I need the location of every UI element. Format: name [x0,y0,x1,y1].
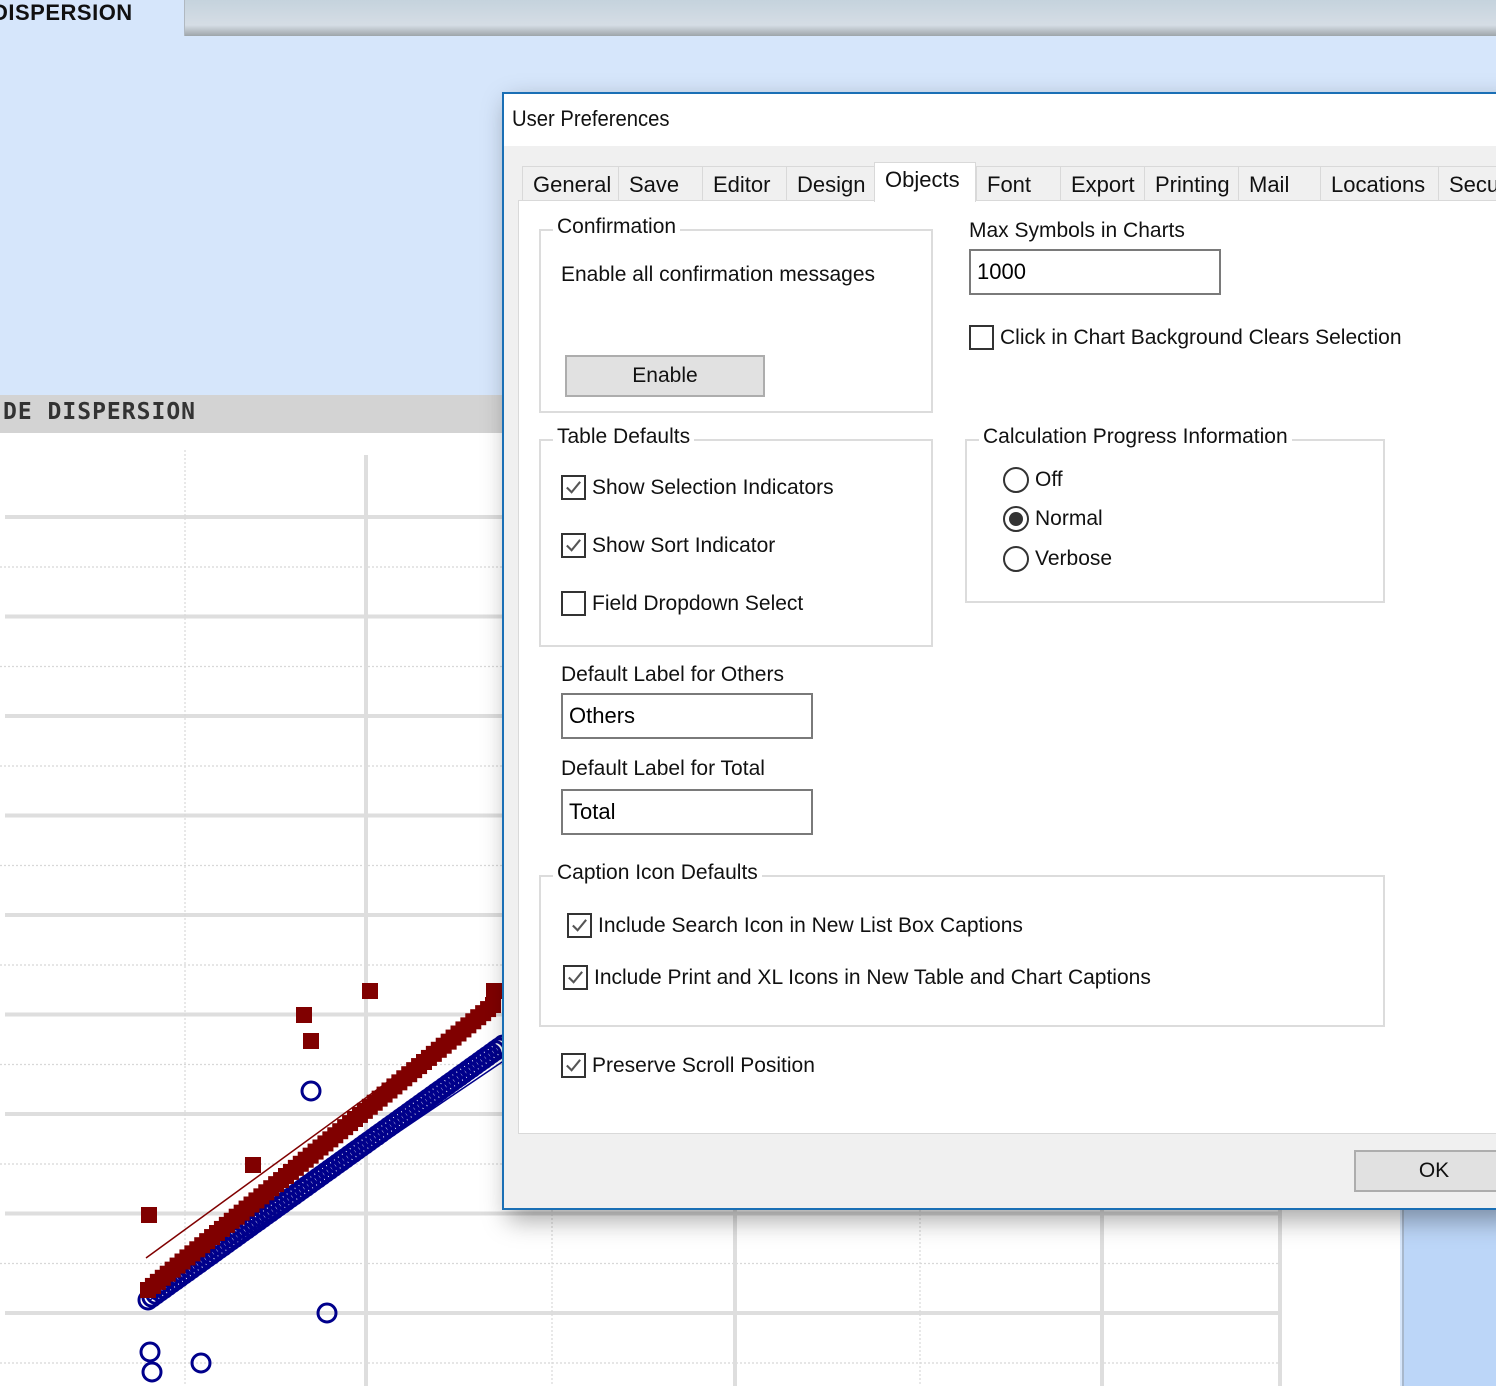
radio-normal[interactable]: Normal [1003,506,1103,532]
data-point-red [296,1007,312,1023]
data-point-blue [300,1080,322,1102]
radio-off[interactable]: Off [1003,467,1063,493]
data-point-red [141,1207,157,1223]
caption-icons-group: Caption Icon Defaults Include Search Ico… [539,861,1385,1027]
include-print-xl-icons-label: Include Print and XL Icons in New Table … [594,965,1151,989]
objects-tab-page: Confirmation Enable all confirmation mes… [518,200,1496,1134]
others-label-input[interactable] [561,693,813,739]
max-symbols-input[interactable] [969,249,1221,295]
include-print-xl-icons-checkbox[interactable]: Include Print and XL Icons in New Table … [563,965,1151,990]
radio-verbose[interactable]: Verbose [1003,546,1112,572]
radio-off-label: Off [1035,468,1063,491]
data-point-red [245,1157,261,1173]
radio-circle [1003,467,1029,493]
checkbox-box [567,913,592,938]
tab-save[interactable]: Save [618,166,702,202]
chart-title: DE DISPERSION [3,399,197,425]
dialog-title: User Preferences [512,106,670,131]
checkmark-icon [572,919,587,932]
total-label-caption: Default Label for Total [561,757,765,780]
total-label-input[interactable] [561,789,813,835]
checkbox-box [563,965,588,990]
tab-mail[interactable]: Mail [1238,166,1320,202]
field-dropdown-select-label: Field Dropdown Select [592,591,804,615]
radio-normal-label: Normal [1035,507,1103,530]
sheet-tab-label: DISPERSION [0,0,133,25]
checkbox-box [561,591,586,616]
radio-circle [1003,546,1029,572]
show-selection-indicators-checkbox[interactable]: Show Selection Indicators [561,475,834,500]
checkmark-icon [568,971,583,984]
data-point-blue [139,1341,161,1363]
checkmark-icon [566,1059,581,1072]
preserve-scroll-label: Preserve Scroll Position [592,1053,815,1077]
tab-security[interactable]: Secu [1438,166,1496,202]
show-sort-indicator-checkbox[interactable]: Show Sort Indicator [561,533,775,558]
right-panel-strip [1402,1208,1496,1386]
table-defaults-group: Table Defaults Show Selection Indicators… [539,425,933,647]
chart-caption: DE DISPERSION [0,395,505,433]
tab-bar-background [184,0,1496,36]
data-point-red [362,983,378,999]
tab-objects[interactable]: Objects [874,162,976,202]
checkmark-icon [566,481,581,494]
data-point-red [486,983,502,999]
include-search-icon-checkbox[interactable]: Include Search Icon in New List Box Capt… [567,913,1023,938]
calc-progress-legend: Calculation Progress Information [979,425,1292,449]
include-search-icon-label: Include Search Icon in New List Box Capt… [598,913,1023,937]
enable-button[interactable]: Enable [565,355,765,397]
checkbox-box [969,325,994,350]
tab-export[interactable]: Export [1060,166,1144,202]
table-defaults-legend: Table Defaults [553,425,695,449]
radio-dot [1009,512,1023,526]
others-label-caption: Default Label for Others [561,663,784,686]
tab-editor[interactable]: Editor [702,166,786,202]
confirmation-group: Confirmation Enable all confirmation mes… [539,215,933,413]
show-sort-indicator-label: Show Sort Indicator [592,533,776,557]
preserve-scroll-checkbox[interactable]: Preserve Scroll Position [561,1053,815,1078]
show-selection-indicators-label: Show Selection Indicators [592,475,834,499]
field-dropdown-select-checkbox[interactable]: Field Dropdown Select [561,591,803,616]
checkbox-box [561,1053,586,1078]
data-point-red [485,997,501,1013]
data-point-red [303,1033,319,1049]
data-point-blue [141,1361,163,1383]
preferences-tabs: General Save Editor Design Objects Font … [522,162,1496,202]
click-bg-clears-checkbox[interactable]: Click in Chart Background Clears Selecti… [969,325,1402,350]
confirmation-legend: Confirmation [553,215,681,239]
tab-printing[interactable]: Printing [1144,166,1238,202]
max-symbols-label: Max Symbols in Charts [969,219,1185,242]
checkbox-box [561,533,586,558]
tab-font[interactable]: Font [976,166,1060,202]
click-bg-clears-label: Click in Chart Background Clears Selecti… [1000,325,1402,349]
ok-button[interactable]: OK [1354,1150,1496,1192]
confirmation-description: Enable all confirmation messages [561,263,875,286]
calc-progress-group: Calculation Progress Information Off Nor… [965,425,1385,603]
sheet-tab-dispersion[interactable]: DISPERSION [0,0,184,36]
checkmark-icon [566,539,581,552]
dialog-title-bar[interactable]: User Preferences [504,94,1496,146]
tab-design[interactable]: Design [786,166,874,202]
user-preferences-dialog: User Preferences General Save Editor Des… [502,92,1496,1210]
radio-circle [1003,506,1029,532]
caption-icons-legend: Caption Icon Defaults [553,861,762,885]
radio-verbose-label: Verbose [1035,547,1113,570]
tab-general[interactable]: General [522,166,618,202]
checkbox-box [561,475,586,500]
tab-locations[interactable]: Locations [1320,166,1438,202]
